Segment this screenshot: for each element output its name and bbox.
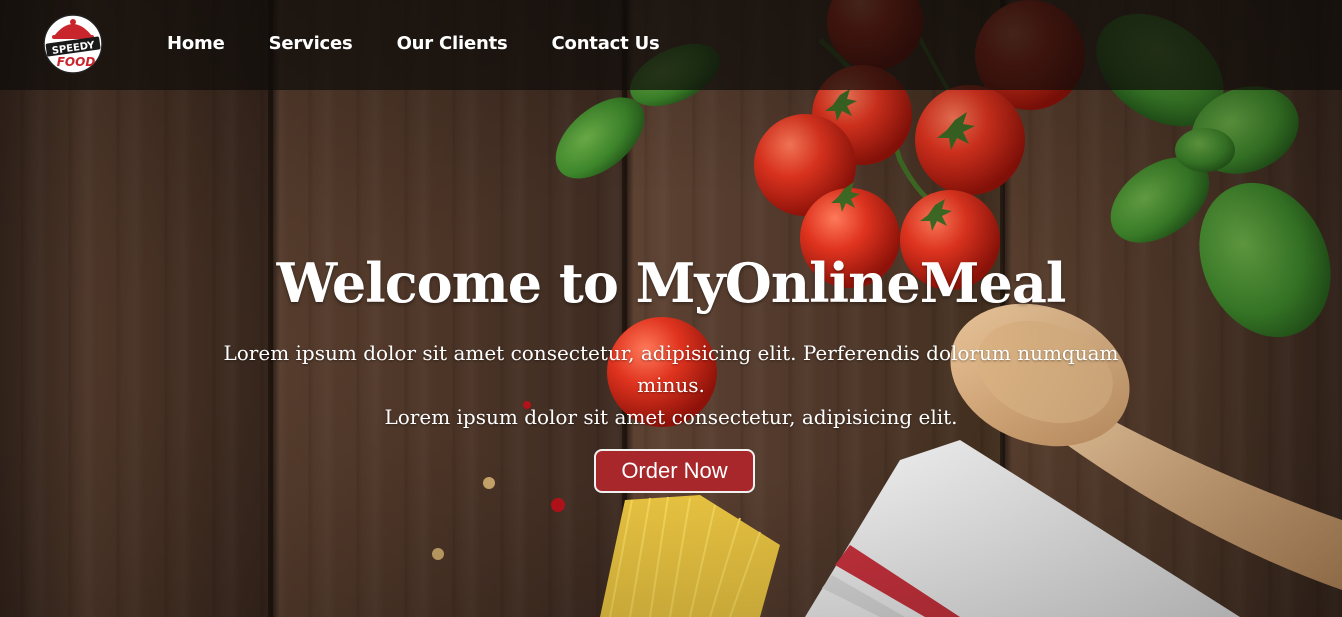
order-now-button[interactable]: Order Now xyxy=(594,449,755,493)
top-navbar: SPEEDY FOOD Home Services Our Clients Co… xyxy=(0,0,1342,90)
nav-home[interactable]: Home xyxy=(167,31,225,57)
nav-our-clients[interactable]: Our Clients xyxy=(397,31,508,57)
hero-description: Lorem ipsum dolor sit amet consectetur, … xyxy=(196,337,1146,433)
nav-services[interactable]: Services xyxy=(269,31,353,57)
hero-paragraph-2: Lorem ipsum dolor sit amet consectetur, … xyxy=(384,405,958,429)
nav-contact-us[interactable]: Contact Us xyxy=(552,31,660,57)
main-nav: Home Services Our Clients Contact Us xyxy=(167,31,704,57)
speedy-food-logo[interactable]: SPEEDY FOOD xyxy=(40,14,106,74)
hero-paragraph-1: Lorem ipsum dolor sit amet consectetur, … xyxy=(223,341,1119,397)
hero-title: Welcome to MyOnlineMeal xyxy=(276,251,1067,315)
svg-text:FOOD: FOOD xyxy=(57,55,96,69)
